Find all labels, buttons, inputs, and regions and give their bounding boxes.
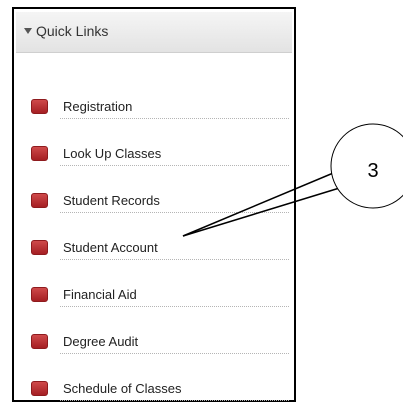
callout-leader-line <box>182 165 351 237</box>
divider <box>60 400 289 401</box>
callout-leader-line <box>182 185 347 237</box>
callout-annotation <box>182 123 403 237</box>
callout-number: 3 <box>361 157 385 185</box>
